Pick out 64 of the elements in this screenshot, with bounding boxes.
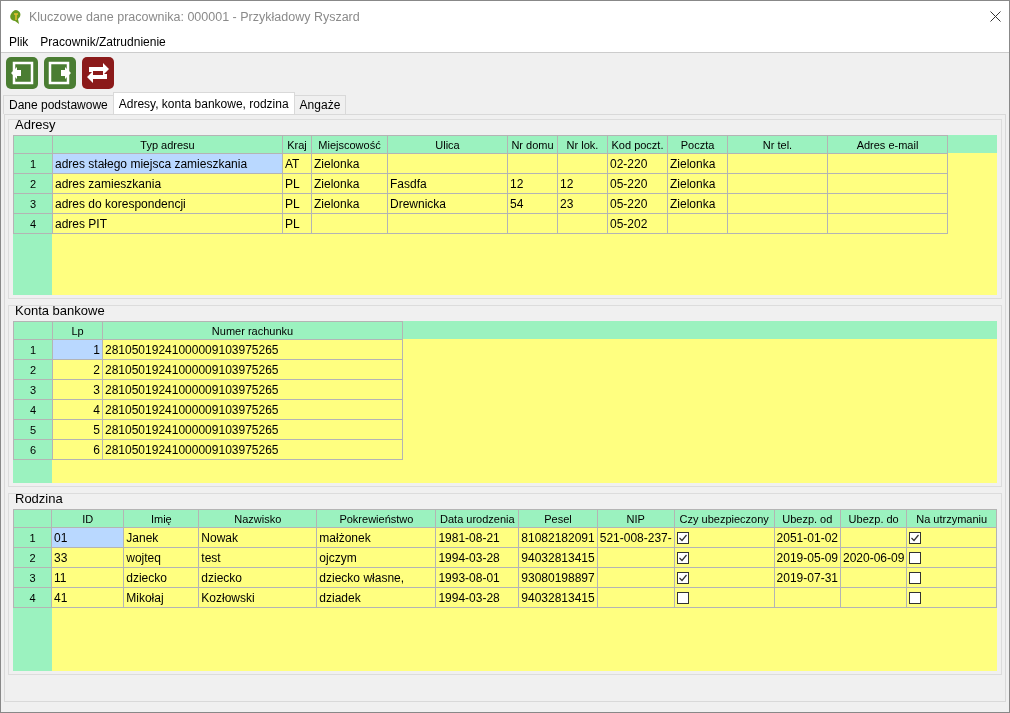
corner-header: [13, 321, 53, 340]
group-title: Rodzina: [15, 492, 63, 506]
column-header[interactable]: Adres e-mail: [827, 135, 948, 154]
column-header[interactable]: Typ adresu: [52, 135, 283, 154]
column-header[interactable]: Lp: [52, 321, 103, 340]
row-number[interactable]: 4: [13, 587, 52, 608]
column-header[interactable]: Ubezp. od: [774, 509, 841, 528]
corner-header: [13, 509, 52, 528]
menu-item[interactable]: Plik: [5, 35, 37, 49]
row-number[interactable]: 3: [13, 193, 53, 214]
column-header[interactable]: Nr lok.: [557, 135, 608, 154]
row-number[interactable]: 2: [13, 173, 53, 194]
column-header[interactable]: Imię: [123, 509, 199, 528]
column-header[interactable]: Na utrzymaniu: [906, 509, 997, 528]
column-header[interactable]: Ulica: [387, 135, 508, 154]
checkbox[interactable]: [909, 532, 922, 545]
row-number[interactable]: 2: [13, 547, 52, 568]
close-icon[interactable]: [990, 11, 1001, 22]
column-header[interactable]: Miejscowość: [311, 135, 388, 154]
row-number[interactable]: 1: [13, 527, 52, 548]
column-header[interactable]: Czy ubezpieczony: [674, 509, 775, 528]
checkbox[interactable]: [676, 572, 689, 585]
row-number[interactable]: 1: [13, 339, 53, 360]
checkbox[interactable]: [909, 552, 922, 565]
checkbox[interactable]: [676, 532, 689, 545]
column-header[interactable]: Poczta: [667, 135, 728, 154]
column-header[interactable]: Data urodzenia: [435, 509, 519, 528]
column-header[interactable]: Ubezp. do: [840, 509, 907, 528]
column-header[interactable]: Pokrewieństwo: [316, 509, 436, 528]
corner-header: [13, 135, 53, 154]
column-header[interactable]: ID: [51, 509, 124, 528]
move-right-button[interactable]: [44, 57, 76, 89]
checkbox[interactable]: [676, 592, 689, 605]
column-header[interactable]: Nr domu: [507, 135, 558, 154]
group-title: Adresy: [15, 118, 56, 132]
row-number[interactable]: 6: [13, 439, 53, 460]
column-header[interactable]: Kraj: [282, 135, 312, 154]
column-header[interactable]: NIP: [597, 509, 675, 528]
row-number[interactable]: 4: [13, 399, 53, 420]
checkbox[interactable]: [676, 552, 689, 565]
row-number[interactable]: 2: [13, 359, 53, 380]
column-header[interactable]: Pesel: [518, 509, 598, 528]
tab[interactable]: Angaże: [293, 95, 347, 114]
checkbox[interactable]: [909, 592, 922, 605]
tab[interactable]: Dane podstawowe: [3, 95, 114, 114]
row-number[interactable]: 3: [13, 567, 52, 588]
menu-item[interactable]: Pracownik/Zatrudnienie: [36, 35, 174, 49]
app-logo-icon: [9, 8, 23, 25]
refresh-button[interactable]: [82, 57, 114, 89]
arrow-right-icon: [47, 60, 73, 86]
row-number[interactable]: 5: [13, 419, 53, 440]
checkbox[interactable]: [909, 572, 922, 585]
group-title: Konta bankowe: [15, 304, 105, 318]
row-number[interactable]: 1: [13, 153, 53, 174]
arrow-left-icon: [9, 60, 35, 86]
column-header[interactable]: Kod poczt.: [607, 135, 668, 154]
column-header[interactable]: Nr tel.: [727, 135, 828, 154]
column-header[interactable]: Nazwisko: [198, 509, 317, 528]
row-number[interactable]: 3: [13, 379, 53, 400]
window-title: Kluczowe dane pracownika: 000001 - Przykładowy Ryszard: [29, 9, 361, 24]
tab[interactable]: Adresy, konta bankowe, rodzina: [112, 92, 295, 114]
row-number[interactable]: 4: [13, 213, 53, 234]
move-left-button[interactable]: [6, 57, 38, 89]
column-header[interactable]: Numer rachunku: [102, 321, 403, 340]
